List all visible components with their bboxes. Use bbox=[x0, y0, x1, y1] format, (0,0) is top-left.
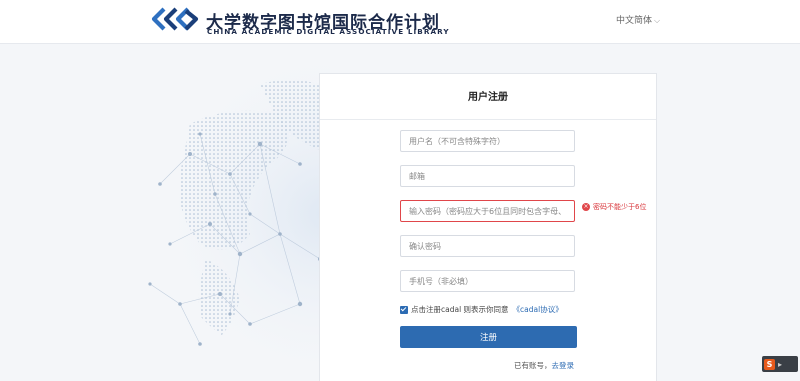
register-button[interactable]: 注册 bbox=[400, 326, 577, 348]
agreement-row: 点击注册cadal 则表示你同意 《cadal协议》 bbox=[400, 304, 563, 315]
password-input[interactable] bbox=[400, 200, 575, 222]
register-title: 用户注册 bbox=[320, 74, 656, 120]
password-error-message: × 密码不能少于6位 bbox=[582, 202, 646, 212]
site-logo[interactable]: 大学数字图书馆国际合作计划 CHINA ACADEMIC DIGITAL ASS… bbox=[150, 5, 450, 39]
email-input[interactable] bbox=[400, 165, 575, 187]
login-row: 已有账号，去登录 bbox=[514, 360, 574, 371]
language-label: 中文简体 bbox=[616, 16, 653, 26]
globe-network-illustration bbox=[148, 54, 330, 374]
site-header: 大学数字图书馆国际合作计划 CHINA ACADEMIC DIGITAL ASS… bbox=[0, 0, 800, 44]
agreement-text: 点击注册cadal 则表示你同意 bbox=[411, 305, 509, 314]
confirm-password-input[interactable] bbox=[400, 235, 575, 257]
have-account-text: 已有账号， bbox=[514, 361, 552, 370]
password-error-text: 密码不能少于6位 bbox=[593, 203, 647, 211]
register-card: 用户注册 ×密码不能少于6位 点击注册cadal 则表示你同意 《cadal协议… bbox=[319, 73, 657, 381]
chevron-down-icon: ⌵ bbox=[654, 16, 661, 25]
error-circle-icon: × bbox=[582, 203, 590, 211]
checkbox-checked-icon[interactable] bbox=[400, 305, 408, 314]
language-selector[interactable]: 中文简体 ⌵ bbox=[616, 13, 660, 26]
logo-english-title: CHINA ACADEMIC DIGITAL ASSOCIATIVE LIBRA… bbox=[207, 27, 450, 36]
agreement-link[interactable]: 《cadal协议》 bbox=[513, 304, 563, 315]
ime-tray[interactable]: S ▸ bbox=[762, 356, 798, 372]
tray-menu-icon: ▸ bbox=[778, 359, 783, 369]
login-link[interactable]: 去登录 bbox=[552, 361, 575, 370]
username-input[interactable] bbox=[400, 130, 575, 152]
cadal-logo-icon bbox=[151, 7, 199, 31]
sogou-ime-icon: S bbox=[764, 358, 775, 370]
phone-input[interactable] bbox=[400, 270, 575, 292]
